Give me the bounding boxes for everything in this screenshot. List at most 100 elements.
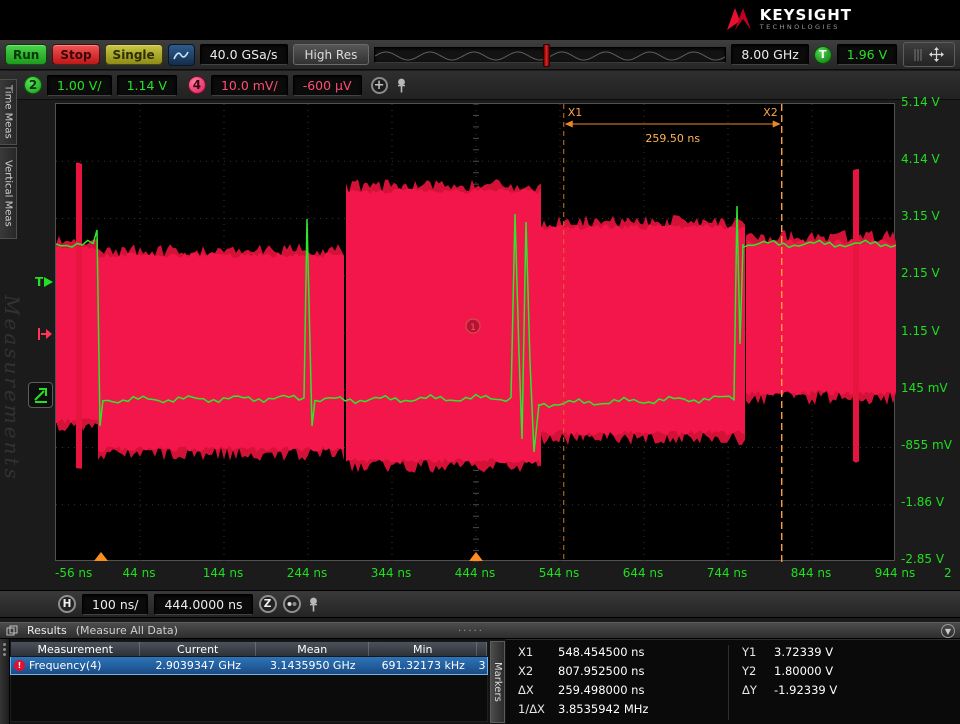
trigger-source-icon[interactable]: T [813, 45, 832, 64]
results-grip[interactable]: ..... [458, 623, 484, 634]
ch4-ground-icon [38, 328, 52, 340]
scope-display[interactable]: X1 X2 259.50 ns 1 [55, 103, 897, 563]
ch2-offset-display[interactable]: 1.14 V [116, 74, 177, 96]
bottom-panel: Measurement Current Mean Min ! Frequency(4) 2… [0, 639, 960, 724]
results-panel-icon [6, 625, 18, 635]
svg-text:X1: X1 [568, 106, 583, 119]
results-subtitle: (Measure All Data) [75, 624, 178, 637]
channel-2-icon[interactable]: 2 [24, 76, 42, 94]
table-column-header[interactable]: Min [369, 642, 478, 656]
measurement-name-cell[interactable]: ! Frequency(4) [11, 657, 140, 674]
marker-value: 548.454500 ns [558, 645, 645, 659]
y-axis-label: 3.15 V [901, 209, 940, 224]
measurements-watermark: Measurements [0, 295, 24, 482]
x-axis-label: 944 ns [874, 566, 916, 580]
waveform-canvas: X1 X2 259.50 ns 1 [55, 103, 897, 563]
slider-handle[interactable] [543, 43, 551, 67]
markers-tab[interactable]: Markers [490, 641, 505, 723]
touch-zone-icon[interactable] [167, 43, 195, 66]
horizontal-position-display[interactable]: 444.0000 ns [154, 593, 253, 615]
table-column-header[interactable]: Current [140, 642, 256, 656]
pan-zoom-button[interactable] [903, 42, 955, 67]
keysight-logo: KEYSIGHT TECHNOLOGIES [726, 6, 852, 32]
marker-value: 3.8535942 MHz [558, 702, 649, 716]
measurement-table-header: Measurement Current Mean Min [10, 641, 488, 657]
trigger-level-marker[interactable]: T [35, 275, 54, 289]
collapse-chevron-icon[interactable]: ▼ [941, 624, 955, 638]
horizontal-position-slider[interactable] [374, 43, 727, 67]
tab-vertical-meas[interactable]: Vertical Meas [0, 147, 17, 239]
y-axis-label: 145 mV [901, 380, 948, 395]
ch4-ground-marker[interactable] [37, 326, 53, 342]
results-bar[interactable]: Results (Measure All Data) ..... ▼ [0, 622, 960, 639]
channel-4-icon[interactable]: 4 [187, 76, 206, 94]
trigger-level-display[interactable]: 1.96 V [836, 44, 898, 65]
y-axis-label: 2.15 V [901, 266, 940, 281]
pin-icon[interactable] [395, 77, 408, 94]
grip-icon [914, 48, 922, 61]
sample-rate-display[interactable]: 40.0 GSa/s [199, 44, 288, 65]
tab-time-meas[interactable]: Time Meas [0, 79, 17, 145]
ch4-offset-display[interactable]: -600 µV [292, 74, 362, 96]
y-axis-label: -2.85 V [901, 552, 945, 566]
add-channel-button[interactable]: + [370, 76, 388, 94]
acq-mode-button[interactable]: High Res [292, 44, 370, 65]
zoom-icon[interactable]: Z [258, 595, 277, 613]
marker-label: ΔY [742, 683, 757, 697]
ch4-scale-display[interactable]: 10.0 mV/ [210, 74, 288, 96]
oscilloscope-app: KEYSIGHT TECHNOLOGIES Run Stop Single 40… [0, 0, 960, 724]
measurement-table[interactable]: Measurement Current Mean Min ! Frequency(4) 2… [10, 641, 488, 722]
timebase-reference-icon[interactable] [282, 595, 301, 613]
measurement-table-empty-area [10, 675, 488, 722]
single-button[interactable]: Single [104, 44, 163, 65]
run-button[interactable]: Run [5, 44, 48, 65]
horizontal-icon[interactable]: H [58, 595, 76, 613]
bandwidth-display[interactable]: 8.00 GHz [731, 44, 809, 65]
horizontal-toolbar: H 100 ns/ 444.0000 ns Z [0, 590, 960, 618]
ch2-ground-marker[interactable] [28, 382, 53, 408]
table-column-header[interactable]: Measurement [11, 642, 141, 656]
marker-label: 1/ΔX [518, 702, 545, 716]
x-axis-label: 444 ns [454, 566, 496, 580]
markers-divider [728, 645, 729, 720]
top-bar: KEYSIGHT TECHNOLOGIES [0, 0, 960, 40]
x-axis-label: 344 ns [370, 566, 412, 580]
x-axis-label: -56 ns [55, 566, 93, 580]
results-scrollbar[interactable] [0, 639, 10, 724]
y-axis-label: 5.14 V [901, 95, 940, 109]
pin-icon[interactable] [307, 596, 320, 613]
measurement-value-cell: 2.9039347 GHz [155, 659, 241, 672]
svg-text:259.50 ns: 259.50 ns [645, 132, 700, 145]
measurement-name: Frequency(4) [29, 659, 102, 672]
measurement-row-selected[interactable]: ! Frequency(4) 2.9039347 GHz 3.1435950 GHz 6… [10, 657, 488, 675]
measurement-value-cell: 691.32173 kHz [381, 659, 465, 672]
marker-label: Y1 [742, 645, 757, 659]
measurement-value-cell: 3.1435950 GHz [269, 659, 356, 672]
timebase-display[interactable]: 100 ns/ [82, 593, 149, 615]
measurement-value-cell: 3 [478, 659, 486, 672]
keysight-spark-icon [726, 8, 751, 30]
x-axis-label: 844 ns [790, 566, 832, 580]
trigger-arrow-icon [44, 277, 54, 287]
marker-value: -1.92339 V [774, 683, 838, 697]
marker-value: 3.72339 V [774, 645, 834, 659]
marker-value: 259.498000 ns [558, 683, 645, 697]
x-axis-labels: -56 ns 44 ns 144 ns 244 ns 344 ns 444 ns 544 n… [55, 566, 915, 582]
results-title: Results [27, 624, 67, 637]
x-axis-label: 744 ns [706, 566, 748, 580]
x-axis-label: 144 ns [202, 566, 244, 580]
y-axis-label: 1.15 V [901, 323, 940, 338]
y-axis-label: -1.86 V [901, 494, 945, 509]
x-axis-label: 644 ns [622, 566, 664, 580]
channel-toolbar: 2 1.00 V/ 1.14 V 4 10.0 mV/ -600 µV + [0, 71, 960, 100]
waveform-icon [173, 51, 189, 59]
svg-text:1: 1 [470, 323, 476, 333]
ch2-ground-icon [33, 388, 47, 403]
ch2-scale-display[interactable]: 1.00 V/ [47, 74, 112, 96]
acquisition-toolbar: Run Stop Single 40.0 GSa/s High Res 8.00… [0, 40, 960, 70]
markers-readout-panel: X1 548.454500 ns X2 807.952500 ns ΔX 259.4980… [506, 639, 960, 724]
x-axis-label: 544 ns [538, 566, 580, 580]
marker-label: Y2 [742, 664, 757, 678]
stop-button[interactable]: Stop [52, 44, 100, 65]
table-column-header[interactable]: Mean [256, 642, 370, 656]
